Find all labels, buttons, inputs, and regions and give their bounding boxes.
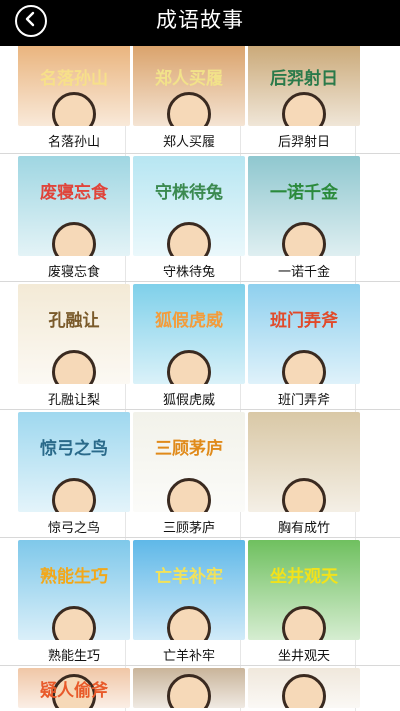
- story-card[interactable]: 班门弄斧 班门弄斧: [248, 284, 360, 414]
- story-thumbnail: 孔融让: [18, 284, 130, 384]
- thumbnail-title: 一诺千金: [270, 183, 338, 203]
- story-thumbnail: 郑人买履: [133, 46, 245, 126]
- story-card[interactable]: 守株待兔 守株待兔: [133, 156, 245, 286]
- thumbnail-title: 三顾茅庐: [155, 439, 223, 459]
- story-card[interactable]: 狐假虎威 狐假虎威: [133, 284, 245, 414]
- story-card[interactable]: 亡羊补牢 亡羊补牢: [133, 540, 245, 670]
- story-thumbnail: 狐假虎威: [133, 284, 245, 384]
- cartoon-figure: [282, 350, 326, 384]
- cartoon-figure: [282, 674, 326, 708]
- cartoon-figure: [52, 222, 96, 256]
- story-thumbnail: 名落孙山: [18, 46, 130, 126]
- thumbnail-title: 孔融让: [48, 311, 100, 331]
- story-card[interactable]: 熟能生巧 熟能生巧: [18, 540, 130, 670]
- row-divider: [0, 153, 400, 154]
- cartoon-figure: [167, 92, 211, 126]
- thumbnail-title: 惊弓之鸟: [40, 439, 108, 459]
- cartoon-figure: [52, 350, 96, 384]
- thumbnail-title: 守株待兔: [155, 183, 223, 203]
- story-card[interactable]: 后羿射日 后羿射日: [248, 46, 360, 156]
- story-caption: 守株待兔: [162, 265, 215, 280]
- story-thumbnail: 坐井观天: [248, 540, 360, 640]
- story-caption: 孔融让梨: [47, 393, 100, 408]
- story-card[interactable]: 坐井观天 坐井观天: [248, 540, 360, 670]
- story-caption: 狐假虎威: [162, 393, 215, 408]
- story-caption: 名落孙山: [47, 135, 100, 150]
- story-thumbnail: 班门弄斧: [248, 284, 360, 384]
- story-card[interactable]: 孔融让 孔融让梨: [18, 284, 130, 414]
- cartoon-figure: [167, 222, 211, 256]
- cartoon-figure: [282, 478, 326, 512]
- story-caption: 三顾茅庐: [162, 521, 215, 536]
- story-caption: 惊弓之鸟: [47, 521, 100, 536]
- story-caption: 一诺千金: [277, 265, 330, 280]
- cartoon-figure: [167, 350, 211, 384]
- page-title: 成语故事: [156, 8, 244, 32]
- story-caption: 亡羊补牢: [162, 649, 215, 664]
- story-card[interactable]: 惊弓之鸟 惊弓之鸟: [18, 412, 130, 542]
- cartoon-figure: [52, 606, 96, 640]
- story-card[interactable]: [133, 668, 245, 711]
- story-caption: 胸有成竹: [277, 521, 330, 536]
- row-divider: [0, 281, 400, 282]
- story-thumbnail: [133, 668, 245, 708]
- story-thumbnail: 亡羊补牢: [133, 540, 245, 640]
- story-caption: 废寝忘食: [47, 265, 100, 280]
- story-card[interactable]: 名落孙山 名落孙山: [18, 46, 130, 156]
- story-card[interactable]: 废寝忘食 废寝忘食: [18, 156, 130, 286]
- story-caption: 坐井观天: [277, 649, 330, 664]
- story-card[interactable]: 胸有成竹: [248, 412, 360, 542]
- story-thumbnail: 后羿射日: [248, 46, 360, 126]
- story-thumbnail: 疑人偷斧: [18, 668, 130, 708]
- story-thumbnail: 一诺千金: [248, 156, 360, 256]
- thumbnail-title: 狐假虎威: [155, 311, 223, 331]
- cartoon-figure: [167, 478, 211, 512]
- thumbnail-title: 郑人买履: [155, 69, 223, 89]
- row-divider: [0, 409, 400, 410]
- thumbnail-title: 坐井观天: [270, 567, 338, 587]
- story-thumbnail: 熟能生巧: [18, 540, 130, 640]
- cartoon-figure: [52, 92, 96, 126]
- story-thumbnail: [248, 412, 360, 512]
- header-bar: 成语故事: [0, 0, 400, 46]
- cartoon-figure: [52, 478, 96, 512]
- row-divider: [0, 665, 400, 666]
- story-card[interactable]: 疑人偷斧: [18, 668, 130, 711]
- cartoon-figure: [282, 222, 326, 256]
- thumbnail-title: 熟能生巧: [40, 567, 108, 587]
- cartoon-figure: [282, 92, 326, 126]
- story-caption: 班门弄斧: [277, 393, 330, 408]
- story-thumbnail: 守株待兔: [133, 156, 245, 256]
- cartoon-figure: [282, 606, 326, 640]
- thumbnail-title: 疑人偷斧: [40, 681, 108, 701]
- story-caption: 郑人买履: [162, 135, 215, 150]
- thumbnail-title: 后羿射日: [270, 69, 338, 89]
- story-thumbnail: 惊弓之鸟: [18, 412, 130, 512]
- cartoon-figure: [167, 674, 211, 708]
- thumbnail-title: 名落孙山: [40, 69, 108, 89]
- story-card[interactable]: 一诺千金 一诺千金: [248, 156, 360, 286]
- story-thumbnail: 三顾茅庐: [133, 412, 245, 512]
- thumbnail-title: 亡羊补牢: [155, 567, 223, 587]
- thumbnail-title: 废寝忘食: [40, 183, 108, 203]
- story-thumbnail: [248, 668, 360, 708]
- story-caption: 熟能生巧: [47, 649, 100, 664]
- row-divider: [0, 537, 400, 538]
- story-card[interactable]: 三顾茅庐 三顾茅庐: [133, 412, 245, 542]
- story-card[interactable]: [248, 668, 360, 711]
- cartoon-figure: [167, 606, 211, 640]
- thumbnail-title: 班门弄斧: [270, 311, 338, 331]
- story-grid: 名落孙山 名落孙山 郑人买履 郑人买履 后羿射日 后羿射日 废寝忘食 废寝忘食 守株待兔 守株待兔…: [0, 46, 400, 711]
- story-card[interactable]: 郑人买履 郑人买履: [133, 46, 245, 156]
- story-thumbnail: 废寝忘食: [18, 156, 130, 256]
- story-caption: 后羿射日: [277, 135, 330, 150]
